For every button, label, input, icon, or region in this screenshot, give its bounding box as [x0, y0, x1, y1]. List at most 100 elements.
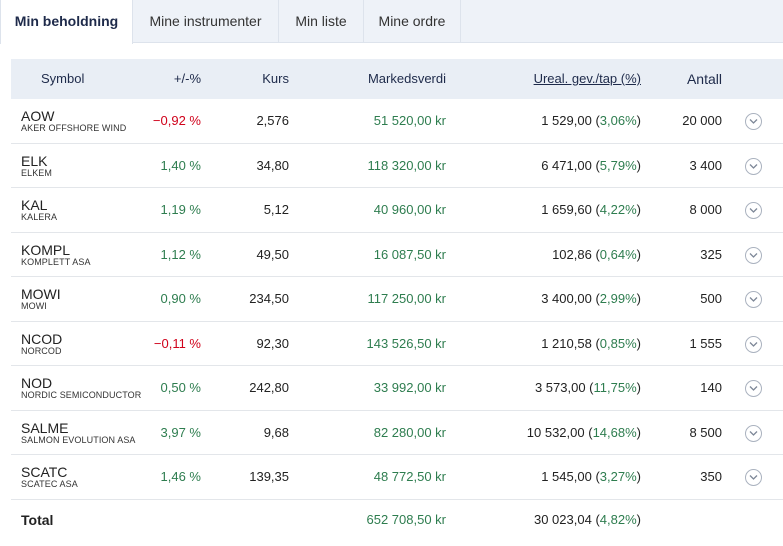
symbol-company-name: ELKEM [21, 167, 53, 178]
expand-row-button[interactable] [745, 113, 762, 130]
quantity: 3 400 [689, 157, 722, 173]
unrealized-gain-percent: 14,68% [592, 424, 637, 440]
total-markedsverdi: 652 708,50 kr [366, 511, 446, 527]
unrealized-gain-percent: 2,99% [599, 291, 637, 306]
unrealized-gain-percent: 4,22% [599, 202, 637, 217]
tab-min-liste[interactable]: Min liste [279, 0, 364, 43]
column-header-symbol[interactable]: Symbol [41, 59, 84, 99]
symbol-ticker[interactable]: NCOD [21, 332, 62, 346]
symbol-company-name: SCATEC ASA [21, 479, 78, 489]
symbol-ticker[interactable]: NOD [21, 376, 52, 390]
expand-row-button[interactable] [745, 157, 762, 175]
market-value: 48 772,50 kr [373, 469, 446, 484]
unrealized-gain-percent: 3,27% [599, 469, 637, 484]
unrealized-gain-percent: 5,79% [599, 157, 637, 173]
unrealized-gain: 6 471,00 (5,79%) [541, 157, 641, 173]
symbol-ticker[interactable]: AOW [21, 109, 54, 123]
unrealized-gain-value: 102,86 [552, 246, 592, 262]
change-percent: 0,50 % [160, 380, 201, 395]
market-value: 82 280,00 kr [373, 424, 446, 440]
unrealized-gain: 1 529,00 (3,06%) [541, 113, 641, 128]
total-gain: 30 023,04 (4,82%) [533, 511, 641, 527]
symbol-ticker[interactable]: KOMPL [21, 243, 70, 257]
price-kurs: 49,50 [256, 246, 289, 262]
change-percent: −0,92 % [152, 113, 201, 128]
symbol-company-name: AKER OFFSHORE WIND [21, 123, 127, 133]
unrealized-gain-value: 1 659,60 [541, 202, 592, 217]
market-value: 51 520,00 kr [373, 113, 446, 128]
chevron-down-icon [749, 430, 758, 436]
change-percent: 3,97 % [160, 424, 201, 440]
price-kurs: 2,576 [256, 113, 289, 128]
total-gain-value: 30 023,04 [533, 511, 592, 527]
expand-row-button[interactable] [745, 246, 762, 264]
unrealized-gain-value: 1 210,58 [541, 335, 592, 351]
tab-mine-ordre[interactable]: Mine ordre [364, 0, 461, 43]
column-header-antall[interactable]: Antall [687, 59, 722, 99]
column-header-ureal[interactable]: Ureal. gev./tap (%) [534, 59, 641, 99]
chevron-down-icon [749, 163, 758, 169]
expand-row-button[interactable] [745, 291, 762, 308]
symbol-company-name: NORCOD [21, 345, 62, 356]
table-row[interactable]: KOMPL KOMPLETT ASA 1,12 % 49,50 16 087,5… [11, 233, 783, 277]
change-percent: 1,12 % [160, 246, 201, 262]
market-value: 40 960,00 kr [373, 202, 446, 217]
chevron-down-icon [749, 341, 758, 347]
quantity: 1 555 [689, 335, 722, 351]
quantity: 350 [700, 469, 722, 484]
price-kurs: 92,30 [256, 335, 289, 351]
symbol-ticker[interactable]: MOWI [21, 287, 61, 301]
table-row[interactable]: KAL KALERA 1,19 % 5,12 40 960,00 kr 1 65… [11, 188, 783, 233]
table-row[interactable]: ELK ELKEM 1,40 % 34,80 118 320,00 kr 6 4… [11, 144, 783, 188]
chevron-down-icon [749, 252, 758, 258]
column-header-kurs[interactable]: Kurs [262, 59, 289, 99]
symbol-ticker[interactable]: ELK [21, 154, 47, 168]
unrealized-gain: 3 400,00 (2,99%) [541, 291, 641, 306]
symbol-ticker[interactable]: KAL [21, 198, 47, 212]
quantity: 8 500 [689, 424, 722, 440]
table-row[interactable]: SALME SALMON EVOLUTION ASA 3,97 % 9,68 8… [11, 411, 783, 455]
symbol-company-name: KOMPLETT ASA [21, 256, 91, 267]
market-value: 117 250,00 kr [367, 291, 446, 306]
chevron-down-icon [749, 119, 758, 124]
change-percent: 1,40 % [160, 157, 201, 173]
symbol-company-name: KALERA [21, 212, 58, 222]
table-row[interactable]: NOD NORDIC SEMICONDUCTOR 0,50 % 242,80 3… [11, 366, 783, 411]
table-row[interactable]: AOW AKER OFFSHORE WIND −0,92 % 2,576 51 … [11, 99, 783, 144]
expand-row-button[interactable] [745, 202, 762, 219]
market-value: 33 992,00 kr [373, 380, 446, 395]
price-kurs: 9,68 [263, 424, 289, 440]
unrealized-gain: 10 532,00 (14,68%) [526, 424, 641, 440]
chevron-down-icon [749, 208, 758, 213]
unrealized-gain-percent: 3,06% [599, 113, 637, 128]
quantity: 140 [700, 380, 722, 395]
unrealized-gain-value: 3 573,00 [534, 380, 586, 395]
unrealized-gain-value: 3 400,00 [541, 291, 592, 306]
table-row[interactable]: SCATC SCATEC ASA 1,46 % 139,35 48 772,50… [11, 455, 783, 500]
price-kurs: 242,80 [249, 380, 289, 395]
expand-row-button[interactable] [745, 335, 762, 353]
quantity: 500 [700, 291, 722, 306]
market-value: 143 526,50 kr [366, 335, 446, 351]
chevron-down-icon [749, 475, 758, 480]
unrealized-gain-percent: 0,85% [599, 335, 637, 351]
table-row[interactable]: MOWI MOWI 0,90 % 234,50 117 250,00 kr 3 … [11, 277, 783, 322]
column-header-change[interactable]: +/-% [174, 59, 201, 99]
expand-row-button[interactable] [745, 424, 762, 442]
tab-mine-instrumenter[interactable]: Mine instrumenter [133, 0, 279, 43]
symbol-ticker[interactable]: SALME [21, 421, 68, 435]
expand-row-button[interactable] [745, 469, 762, 486]
total-label: Total [21, 511, 54, 528]
column-header-markedsverdi[interactable]: Markedsverdi [368, 59, 446, 99]
expand-row-button[interactable] [745, 380, 762, 397]
price-kurs: 5,12 [263, 202, 289, 217]
symbol-company-name: SALMON EVOLUTION ASA [21, 434, 136, 445]
unrealized-gain: 1 659,60 (4,22%) [541, 202, 641, 217]
table-header: Symbol +/-% Kurs Markedsverdi Ureal. gev… [11, 59, 783, 99]
market-value: 16 087,50 kr [373, 246, 446, 262]
table-row[interactable]: NCOD NORCOD −0,11 % 92,30 143 526,50 kr … [11, 322, 783, 366]
symbol-ticker[interactable]: SCATC [21, 465, 67, 479]
tab-min-beholdning[interactable]: Min beholdning [0, 0, 133, 44]
total-row: Total 652 708,50 kr 30 023,04 (4,82%) [11, 500, 783, 541]
holdings-table: Symbol +/-% Kurs Markedsverdi Ureal. gev… [11, 59, 783, 541]
